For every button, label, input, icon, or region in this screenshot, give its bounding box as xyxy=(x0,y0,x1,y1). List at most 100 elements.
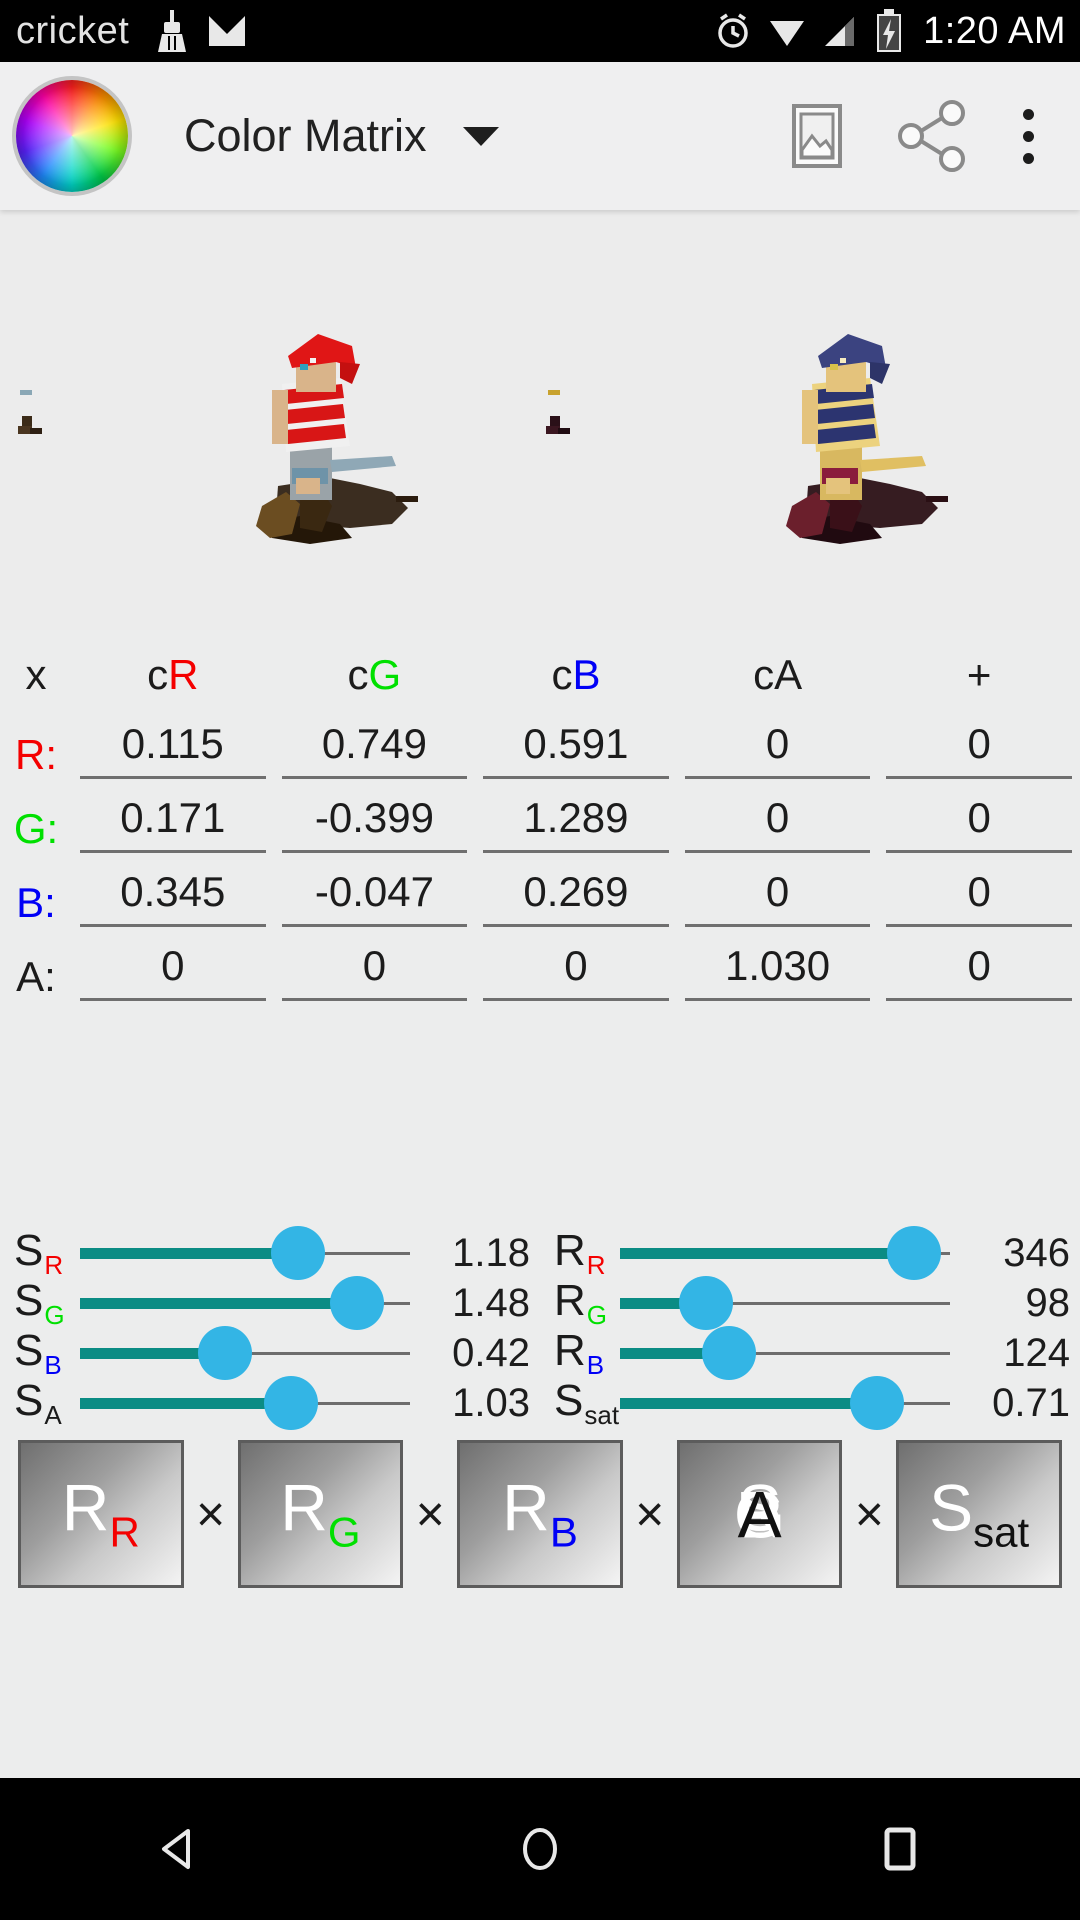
back-icon[interactable] xyxy=(150,1819,210,1879)
image-icon[interactable] xyxy=(781,100,853,172)
button-label-scale-rgba: SRGBA xyxy=(733,1470,786,1551)
matrix-input-g-cb[interactable]: 1.289 xyxy=(483,794,669,853)
slider-panel: SR 1.18 RR 346 SG 1.48 RG 98 SB 0.42 RB … xyxy=(0,1225,1080,1430)
slider-value-s-a: 1.03 xyxy=(452,1380,530,1425)
home-icon[interactable] xyxy=(510,1819,570,1879)
slider-label-s-a: SA xyxy=(14,1375,62,1430)
slider-value-r-b: 124 xyxy=(1003,1330,1070,1375)
matrix-input-r-ca[interactable]: 0 xyxy=(684,720,871,779)
matrix-input-b-offset[interactable]: 0 xyxy=(886,868,1072,927)
matrix-input-r-cb[interactable]: 0.591 xyxy=(483,720,669,779)
slider-track-s-a[interactable] xyxy=(80,1376,410,1430)
slider-rotate-green: RG 98 xyxy=(540,1275,1080,1330)
carrier-label: cricket xyxy=(16,9,130,52)
mail-icon xyxy=(209,16,246,46)
slider-rotate-blue: RB 124 xyxy=(540,1325,1080,1380)
button-label-saturation: Ssat xyxy=(929,1470,1030,1556)
status-bar: cricket 1:20 AM xyxy=(0,0,1080,62)
slider-track-s-g[interactable] xyxy=(80,1276,410,1330)
overflow-menu-icon[interactable] xyxy=(1013,103,1044,170)
matrix-input-a-ca[interactable]: 1.030 xyxy=(684,942,871,1001)
app-bar: Color Matrix xyxy=(0,62,1080,210)
bottom-spacer xyxy=(0,1648,1080,1778)
matrix-input-b-cr[interactable]: 0.345 xyxy=(80,868,266,927)
slider-saturation: Ssat 0.71 xyxy=(540,1376,1080,1430)
filtered-image-pane[interactable] xyxy=(540,210,1080,630)
slider-label-s-b: SB xyxy=(14,1325,62,1380)
slider-thumb-r-g[interactable] xyxy=(678,1276,733,1330)
slider-thumb-s-sat[interactable] xyxy=(850,1376,905,1430)
button-scale-rgba[interactable]: SRGBA xyxy=(676,1440,843,1588)
slider-value-r-r: 346 xyxy=(1003,1230,1070,1275)
slider-value-r-g: 98 xyxy=(1025,1280,1071,1325)
original-image-pane[interactable] xyxy=(0,210,540,630)
button-label-rotate-green: RG xyxy=(280,1470,361,1556)
slider-fill-s-g xyxy=(80,1297,358,1309)
matrix-input-b-cb[interactable]: 0.269 xyxy=(483,868,669,927)
matrix-input-a-cg[interactable]: 0 xyxy=(281,942,468,1001)
chevron-down-icon[interactable] xyxy=(462,126,499,146)
slider-row-2: SG 1.48 RG 98 xyxy=(0,1275,1080,1330)
matrix-input-a-offset[interactable]: 0 xyxy=(886,942,1072,1001)
slider-scale-blue: SB 0.42 xyxy=(0,1325,540,1380)
separator-times-4: × xyxy=(854,1486,884,1542)
matrix-input-b-cg[interactable]: -0.047 xyxy=(281,868,468,927)
share-icon[interactable] xyxy=(895,98,971,174)
matrix-input-r-cr[interactable]: 0.115 xyxy=(80,720,266,779)
button-rotate-blue[interactable]: RB xyxy=(457,1440,623,1588)
matrix-header-plus: + xyxy=(966,651,992,698)
original-sprite xyxy=(18,334,418,544)
slider-row-3: SB 0.42 RB 124 xyxy=(0,1325,1080,1380)
matrix-input-r-offset[interactable]: 0 xyxy=(886,720,1072,779)
matrix-input-g-offset[interactable]: 0 xyxy=(886,794,1072,853)
clock-label: 1:20 AM xyxy=(923,9,1066,52)
matrix-input-g-ca[interactable]: 0 xyxy=(684,794,871,853)
matrix-header-ca: cA xyxy=(753,651,803,698)
slider-thumb-s-a[interactable] xyxy=(264,1376,319,1430)
slider-thumb-s-b[interactable] xyxy=(198,1326,253,1380)
slider-thumb-s-g[interactable] xyxy=(330,1276,385,1330)
matrix-row-b: B: 0.345 -0.047 0.269 0 0 xyxy=(0,853,1080,927)
matrix-header-row: x cR cG cB cA + xyxy=(0,645,1080,705)
slider-track-r-g[interactable] xyxy=(620,1276,950,1330)
color-matrix-table: x cR cG cB cA + R: 0.115 0.749 0.591 0 0… xyxy=(0,645,1080,1001)
slider-row-4: SA 1.03 Ssat 0.71 xyxy=(0,1375,1080,1430)
slider-track-s-sat[interactable] xyxy=(620,1376,950,1430)
matrix-input-g-cr[interactable]: 0.171 xyxy=(80,794,266,853)
preset-button-row: RR × RG × RB × SRGBA × Ssat xyxy=(0,1440,1080,1588)
button-label-rotate-blue: RB xyxy=(502,1470,578,1556)
matrix-header-cr: cR xyxy=(147,651,199,698)
button-rotate-red[interactable]: RR xyxy=(18,1440,184,1588)
app-screen: cricket 1:20 AM Color Matrix x cR cG cB … xyxy=(0,0,1080,1920)
slider-track-s-r[interactable] xyxy=(80,1226,410,1280)
slider-label-r-g: RG xyxy=(554,1275,608,1330)
slider-track-s-b[interactable] xyxy=(80,1326,410,1380)
slider-thumb-r-r[interactable] xyxy=(886,1226,941,1280)
matrix-input-b-ca[interactable]: 0 xyxy=(684,868,871,927)
slider-scale-alpha: SA 1.03 xyxy=(0,1375,540,1430)
button-label-rotate-red: RR xyxy=(61,1470,140,1556)
slider-label-r-b: RB xyxy=(554,1325,605,1380)
matrix-input-a-cb[interactable]: 0 xyxy=(483,942,669,1001)
slider-track-r-b[interactable] xyxy=(620,1326,950,1380)
broom-icon xyxy=(158,10,187,52)
button-rotate-green[interactable]: RG xyxy=(237,1440,404,1588)
slider-label-r-r: RR xyxy=(554,1225,606,1280)
slider-label-s-r: SR xyxy=(14,1225,64,1280)
slider-fill-s-sat xyxy=(620,1397,878,1409)
slider-thumb-r-b[interactable] xyxy=(701,1326,756,1380)
slider-scale-red: SR 1.18 xyxy=(0,1225,540,1280)
button-saturation[interactable]: Ssat xyxy=(896,1440,1062,1588)
app-bar-actions xyxy=(781,98,1044,174)
color-wheel-logo[interactable] xyxy=(16,80,128,192)
matrix-input-g-cg[interactable]: -0.399 xyxy=(281,794,468,853)
matrix-input-r-cg[interactable]: 0.749 xyxy=(281,720,468,779)
matrix-input-a-cr[interactable]: 0 xyxy=(80,942,266,1001)
separator-times-2: × xyxy=(415,1486,445,1542)
matrix-row-label-a: A: xyxy=(16,953,56,1000)
slider-value-s-g: 1.48 xyxy=(452,1280,530,1325)
slider-thumb-s-r[interactable] xyxy=(270,1226,325,1280)
slider-value-s-r: 1.18 xyxy=(452,1230,530,1275)
recents-icon[interactable] xyxy=(870,1819,930,1879)
slider-track-r-r[interactable] xyxy=(620,1226,950,1280)
